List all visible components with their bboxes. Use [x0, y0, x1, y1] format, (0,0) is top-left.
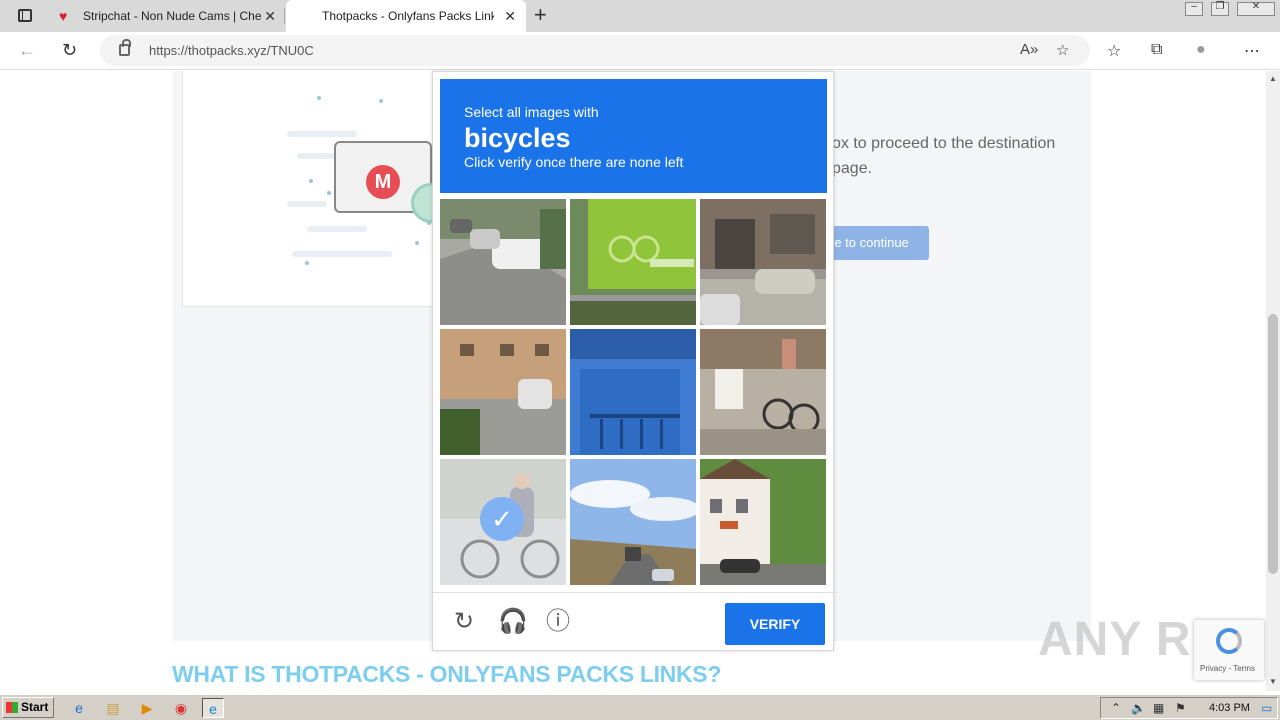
- image-tile[interactable]: [440, 329, 566, 455]
- volume-icon[interactable]: 🔈: [1131, 701, 1146, 715]
- tab-actions-icon[interactable]: [8, 6, 40, 28]
- image-tile[interactable]: [700, 199, 826, 325]
- refresh-icon[interactable]: ↻: [62, 40, 77, 60]
- instruction-subtext: Click verify once there are none left: [464, 154, 684, 170]
- image-tile[interactable]: [570, 329, 696, 455]
- scroll-thumb[interactable]: [1268, 314, 1278, 574]
- section-title: WHAT IS THOTPACKS - ONLYFANS PACKS LINKS…: [172, 661, 722, 687]
- page-scrollbar[interactable]: ▲ ▼: [1266, 71, 1280, 691]
- taskbar: Start e ▤ ▶ ◉ e ⌃ 🔈 ▦ ⚑ 4:03 PM ▭: [0, 694, 1280, 720]
- image-tile[interactable]: [440, 199, 566, 325]
- start-button[interactable]: Start: [2, 697, 54, 718]
- checkmark-icon: ✓: [480, 497, 524, 541]
- lock-icon[interactable]: [119, 39, 131, 56]
- browser-toolbar: ← ↻ https://thotpacks.xyz/TNU0C A» ☆: [0, 32, 1280, 70]
- recaptcha-logo-icon: [1216, 628, 1242, 654]
- close-icon[interactable]: ✕: [264, 9, 276, 23]
- minimize-button[interactable]: –: [1185, 1, 1203, 16]
- new-tab-icon[interactable]: +: [534, 4, 547, 26]
- edge-icon[interactable]: e: [202, 698, 224, 718]
- image-grid: ✓: [440, 199, 827, 586]
- address-bar[interactable]: https://thotpacks.xyz/TNU0C A» ☆: [100, 35, 1090, 66]
- image-tile[interactable]: [700, 459, 826, 585]
- show-desktop-icon[interactable]: ▭: [1261, 701, 1272, 715]
- favorites-icon[interactable]: ☆: [1107, 41, 1121, 61]
- network-icon[interactable]: ▦: [1153, 701, 1164, 715]
- profile-avatar-icon[interactable]: ●: [1196, 41, 1206, 59]
- clock[interactable]: 4:03 PM: [1209, 702, 1250, 714]
- image-tile[interactable]: [570, 459, 696, 585]
- scroll-down-icon[interactable]: ▼: [1269, 677, 1277, 686]
- chrome-icon[interactable]: ◉: [170, 698, 192, 718]
- privacy-terms-link[interactable]: Privacy - Terms: [1200, 664, 1255, 673]
- tab-separator: [284, 8, 285, 24]
- add-favorite-icon[interactable]: ☆: [1056, 41, 1069, 59]
- image-tile[interactable]: ✓: [440, 459, 566, 585]
- instruction-text: Select all images with: [464, 104, 599, 120]
- ie-icon[interactable]: e: [68, 698, 90, 718]
- collections-icon[interactable]: ⧉: [1151, 41, 1162, 59]
- more-menu-icon[interactable]: ⋯: [1244, 41, 1260, 61]
- target-object: bicycles: [464, 123, 571, 153]
- title-bar: ♥ Stripchat - Non Nude Cams | Che ✕ Thot…: [0, 0, 1280, 32]
- close-icon[interactable]: ✕: [504, 9, 516, 23]
- maximize-button[interactable]: ❐: [1211, 1, 1229, 16]
- illustration-card: M: [182, 71, 451, 307]
- media-player-icon[interactable]: ▶: [136, 698, 158, 718]
- tab-stripchat[interactable]: ♥ Stripchat - Non Nude Cams | Che ✕: [48, 0, 286, 32]
- tab-title: Thotpacks - Onlyfans Packs Link: [322, 9, 494, 23]
- image-tile[interactable]: [700, 329, 826, 455]
- verify-button[interactable]: VERIFY: [725, 603, 825, 645]
- heart-icon: ♥: [59, 8, 68, 24]
- captcha-header: Select all images with bicycles Click ve…: [440, 79, 827, 193]
- image-tile[interactable]: [570, 199, 696, 325]
- info-icon[interactable]: ⓘ: [545, 609, 571, 635]
- chevron-up-icon[interactable]: ⌃: [1111, 701, 1121, 715]
- folder-icon[interactable]: ▤: [102, 698, 124, 718]
- scroll-up-icon[interactable]: ▲: [1269, 74, 1277, 83]
- back-arrow-icon[interactable]: ←: [18, 40, 36, 60]
- system-tray: ⌃ 🔈 ▦ ⚑ 4:03 PM ▭: [1100, 697, 1278, 719]
- continue-button[interactable]: re to continue: [818, 226, 929, 260]
- close-window-button[interactable]: ✕: [1237, 1, 1275, 16]
- recaptcha-badge[interactable]: Privacy - Terms: [1194, 620, 1264, 680]
- tab-thotpacks[interactable]: Thotpacks - Onlyfans Packs Link ✕: [286, 0, 526, 32]
- reload-icon[interactable]: ↻: [451, 609, 477, 635]
- flag-icon[interactable]: ⚑: [1175, 701, 1186, 715]
- url-text[interactable]: https://thotpacks.xyz/TNU0C: [149, 43, 314, 58]
- captcha-footer: ↻ 🎧 ⓘ VERIFY: [433, 592, 833, 650]
- read-aloud-icon[interactable]: A»: [1020, 41, 1038, 58]
- captcha-challenge: Select all images with bicycles Click ve…: [432, 71, 834, 651]
- tab-title: Stripchat - Non Nude Cams | Che: [83, 9, 261, 23]
- mega-logo: M: [366, 165, 400, 199]
- proceed-text: ox to proceed to the destination page.: [832, 135, 1056, 177]
- audio-challenge-icon[interactable]: 🎧: [498, 609, 528, 635]
